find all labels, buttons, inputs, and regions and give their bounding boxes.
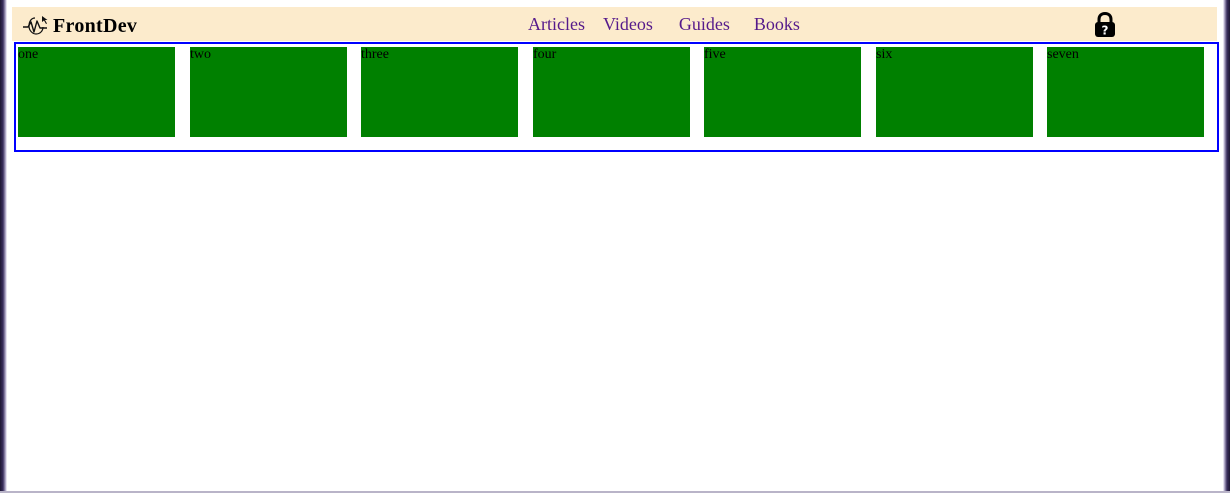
box-label: five (704, 47, 726, 62)
site-name: FrontDev (53, 14, 138, 37)
box-label: seven (1047, 47, 1079, 62)
waveform-cursor-icon (22, 15, 48, 37)
box-one: one (18, 47, 175, 137)
window-frame-left (0, 0, 7, 493)
nav-link-books[interactable]: Books (754, 14, 800, 35)
nav-link-videos[interactable]: Videos (603, 14, 653, 35)
brand[interactable]: FrontDev (22, 12, 137, 40)
nav-link-guides[interactable]: Guides (679, 14, 730, 35)
nav-link-articles[interactable]: Articles (528, 14, 585, 35)
lock-question-icon[interactable]: ? (1092, 11, 1118, 38)
box-seven: seven (1047, 47, 1204, 137)
svg-text:?: ? (1102, 24, 1109, 38)
box-label: two (190, 47, 211, 62)
box-five: five (704, 47, 861, 137)
main-nav: Articles Videos Guides Books (528, 14, 800, 35)
box-label: six (876, 47, 893, 62)
box-three: three (361, 47, 518, 137)
box-four: four (533, 47, 690, 137)
site-header: FrontDev Articles Videos Guides Books ? (12, 7, 1217, 41)
box-two: two (190, 47, 347, 137)
box-container: one two three four five six seven (14, 42, 1219, 152)
box-label: three (361, 47, 389, 62)
window-frame-right (1223, 0, 1230, 493)
box-label: one (18, 47, 39, 62)
box-label: four (533, 47, 557, 62)
box-six: six (876, 47, 1033, 137)
